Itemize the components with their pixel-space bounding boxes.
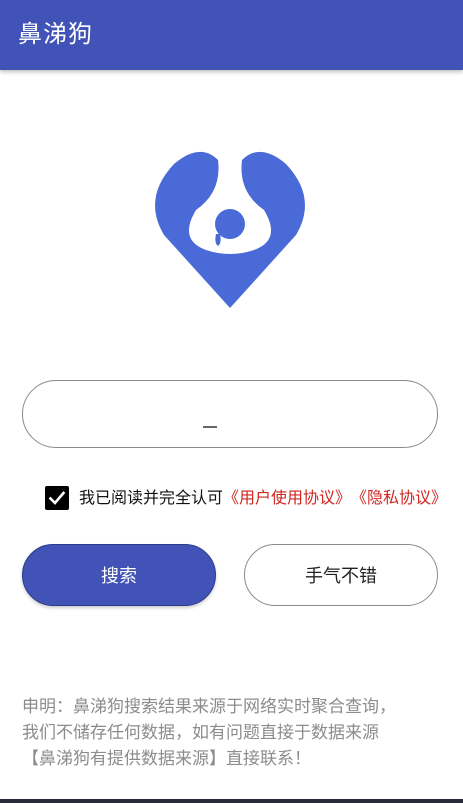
agreement-text: 我已阅读并完全认可 <box>79 488 224 507</box>
disclaimer-line-1: 申明：鼻涕狗搜索结果来源于网络实时聚合查询， <box>22 697 396 717</box>
search-button[interactable]: 搜索 <box>22 544 216 606</box>
app-screen: 鼻涕狗 我已阅读并完全认可 《用户使用协议》 《隐私协议》 搜索 手气不错 申明… <box>0 0 463 803</box>
droplet-logo-icon <box>150 140 310 310</box>
disclaimer-text: 申明：鼻涕狗搜索结果来源于网络实时聚合查询， 我们不储存任何数据，如有问题直接于… <box>22 694 442 772</box>
privacy-policy-link[interactable]: 《隐私协议》 <box>351 485 447 511</box>
disclaimer-line-2: 我们不储存任何数据，如有问题直接于数据来源 <box>22 723 379 743</box>
agreement-checkbox[interactable] <box>45 486 69 510</box>
agreement-row: 我已阅读并完全认可 《用户使用协议》 《隐私协议》 <box>45 485 447 511</box>
text-cursor <box>203 426 217 428</box>
bottom-edge <box>0 799 463 803</box>
feeling-lucky-button[interactable]: 手气不错 <box>244 544 438 606</box>
disclaimer-line-3: 【鼻涕狗有提供数据来源】直接联系！ <box>22 749 311 769</box>
check-icon <box>48 491 66 505</box>
search-input[interactable] <box>22 380 438 448</box>
user-agreement-link[interactable]: 《用户使用协议》 <box>223 485 351 511</box>
app-title: 鼻涕狗 <box>18 20 93 48</box>
app-bar: 鼻涕狗 <box>0 0 463 70</box>
